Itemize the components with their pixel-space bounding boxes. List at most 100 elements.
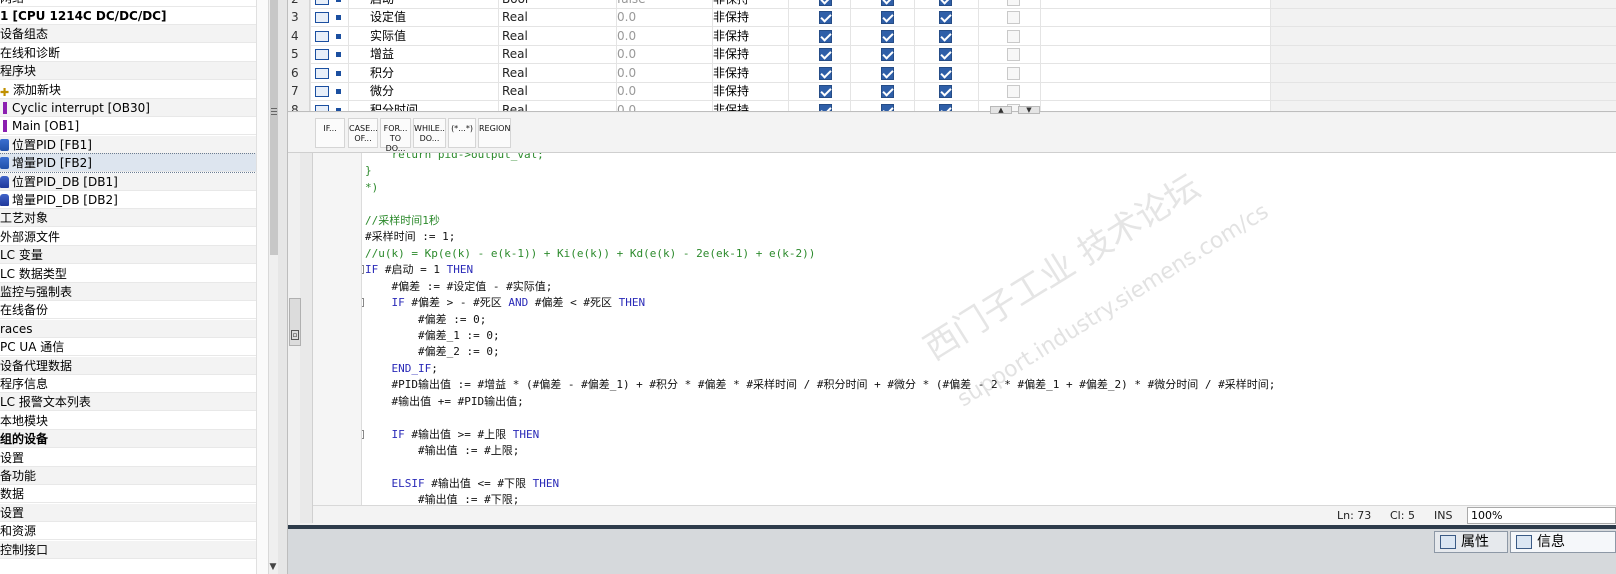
code-line[interactable]: 63	[313, 409, 1616, 426]
code-line[interactable]: 53//u(k) = Kp(e(k) - e(k-1)) + Ki(e(k)) …	[313, 245, 1616, 262]
tree-item[interactable]: Cyclic interrupt [OB30]	[0, 99, 256, 117]
tree-item[interactable]: 控制接口	[0, 540, 256, 559]
param-retain[interactable]: 非保持	[712, 26, 788, 46]
scroll-down-button[interactable]: ▼	[1018, 106, 1040, 114]
param-checkbox[interactable]	[819, 0, 832, 6]
code-text[interactable]: END_IF;	[365, 360, 438, 377]
param-checkbox[interactable]	[939, 48, 952, 61]
tree-item[interactable]: 设备代理数据	[0, 356, 256, 375]
tree-item[interactable]: 在线和诊断	[0, 44, 256, 62]
tree-item[interactable]: 增量PID [FB2]	[0, 153, 257, 174]
param-default[interactable]: 0.0	[616, 45, 712, 64]
param-checkbox[interactable]	[819, 85, 832, 98]
interface-row[interactable]: 6 积分 Real 0.0 非保持	[288, 63, 1616, 83]
zoom-select[interactable]: 100%	[1467, 507, 1616, 524]
param-checkbox-setpoint[interactable]	[1007, 85, 1020, 98]
param-name[interactable]: 设定值	[348, 8, 498, 27]
param-checkbox[interactable]	[939, 29, 952, 43]
param-checkbox[interactable]	[939, 66, 952, 80]
window-icon[interactable]: ▫	[291, 330, 299, 340]
param-default[interactable]: 0.0	[616, 26, 712, 46]
param-checkbox-setpoint[interactable]	[1007, 0, 1020, 6]
param-retain[interactable]: 非保持	[712, 45, 788, 64]
code-line[interactable]: 65 #输出值 := #上限;	[313, 442, 1616, 459]
param-datatype[interactable]: Real	[498, 26, 616, 46]
param-checkbox[interactable]	[881, 48, 894, 61]
tab-info[interactable]: 信息	[1510, 531, 1616, 553]
code-text[interactable]: #PID输出值 := #增益 * (#偏差 - #偏差_1) + #积分 * #…	[365, 376, 1275, 393]
code-text[interactable]: IF #启动 = 1 THEN	[365, 261, 473, 278]
tree-item[interactable]: 1 [CPU 1214C DC/DC/DC]	[0, 7, 256, 25]
tree-item[interactable]: 增量PID_DB [DB2]	[0, 191, 256, 209]
param-checkbox[interactable]	[819, 29, 832, 43]
code-line[interactable]: 66	[313, 459, 1616, 476]
scroll-up-button[interactable]: ▲	[990, 106, 1012, 114]
param-name[interactable]: 增益	[348, 45, 498, 64]
code-text[interactable]: #偏差 := 0;	[365, 311, 486, 328]
param-name[interactable]: 积分	[348, 64, 498, 83]
param-checkbox[interactable]	[819, 66, 832, 80]
code-text[interactable]: IF #偏差 > - #死区 AND #偏差 < #死区 THEN	[365, 294, 646, 311]
code-text[interactable]: #偏差_1 := 0;	[365, 327, 500, 344]
param-datatype[interactable]: Real	[498, 63, 616, 83]
scl-code-editor[interactable]: 西门子工业 技术论坛 support.industry.siemens.com/…	[313, 153, 1616, 523]
param-retain[interactable]: 非保持	[712, 8, 788, 27]
param-checkbox[interactable]	[881, 66, 894, 80]
interface-row[interactable]: 5 增益 Real 0.0 非保持	[288, 45, 1616, 64]
chevron-down-icon[interactable]: ▼	[268, 560, 278, 574]
param-retain[interactable]: 非保持	[712, 101, 788, 111]
interface-row[interactable]: 8 积分时间 Real 0.0 非保持	[288, 101, 1616, 111]
snippet-button[interactable]: WHILE.. DO...	[413, 118, 446, 148]
tree-item-network-partial[interactable]: 网络	[0, 0, 256, 7]
code-line[interactable]: 51//采样时间1秒	[313, 212, 1616, 229]
code-text[interactable]: #偏差 := #设定值 - #实际值;	[365, 278, 552, 295]
param-checkbox-setpoint[interactable]	[1007, 29, 1020, 43]
snippet-button[interactable]: REGION	[478, 118, 511, 148]
param-datatype[interactable]: Real	[498, 45, 616, 64]
tree-item[interactable]: PC UA 通信	[0, 338, 256, 357]
param-name[interactable]: 实际值	[348, 27, 498, 46]
code-line[interactable]: 67 ELSIF #输出值 <= #下限 THEN	[313, 475, 1616, 492]
param-checkbox[interactable]	[881, 85, 894, 98]
code-line[interactable]: 49*)	[313, 179, 1616, 196]
code-text[interactable]: *)	[365, 179, 378, 196]
code-line[interactable]: 62 #输出值 += #PID输出值;	[313, 393, 1616, 410]
param-checkbox[interactable]	[939, 104, 952, 111]
tree-item[interactable]: 和资源	[0, 522, 256, 541]
param-checkbox[interactable]	[819, 104, 832, 111]
tree-item[interactable]: LC 数据类型	[0, 265, 256, 283]
code-line[interactable]: 59 #偏差_2 := 0;	[313, 343, 1616, 360]
tree-item[interactable]: 程序信息	[0, 375, 256, 393]
param-datatype[interactable]: Real	[498, 101, 616, 111]
tree-item[interactable]: races	[0, 319, 256, 338]
tree-item[interactable]: 备功能	[0, 467, 256, 485]
tree-item[interactable]: 组的设备	[0, 430, 256, 449]
code-line[interactable]: 55 #偏差 := #设定值 - #实际值;	[313, 278, 1616, 295]
snippet-button[interactable]: IF...	[315, 118, 345, 148]
code-text[interactable]: #输出值 := #上限;	[365, 442, 519, 459]
tree-item[interactable]: 设置	[0, 503, 256, 522]
param-default[interactable]: 0.0	[616, 8, 712, 27]
tree-item[interactable]: 程序块	[0, 62, 256, 81]
snippet-button[interactable]: (*...*)	[448, 118, 476, 148]
code-line[interactable]: 54−IF #启动 = 1 THEN	[313, 261, 1616, 278]
tree-item[interactable]: LC 变量	[0, 246, 256, 265]
snippet-button[interactable]: FOR... TO DO...	[380, 118, 411, 153]
code-line[interactable]: 48}	[313, 162, 1616, 179]
param-checkbox-setpoint[interactable]	[1007, 11, 1020, 24]
param-checkbox[interactable]	[881, 11, 894, 24]
interface-row[interactable]: 4 实际值 Real 0.0 非保持	[288, 26, 1616, 46]
param-name[interactable]: 微分	[348, 82, 498, 101]
code-line[interactable]: 58 #偏差_1 := 0;	[313, 327, 1616, 344]
tree-scrollbar-thumb[interactable]	[270, 0, 278, 255]
code-line[interactable]: 52#采样时间 := 1;	[313, 228, 1616, 245]
tree-item[interactable]: 在线备份	[0, 301, 256, 320]
tree-item[interactable]: 位置PID_DB [DB1]	[0, 172, 256, 191]
code-text[interactable]: #采样时间 := 1;	[365, 228, 455, 245]
code-text[interactable]: //采样时间1秒	[365, 212, 440, 229]
code-text[interactable]: }	[365, 162, 372, 179]
param-default[interactable]: 0.0	[616, 82, 712, 101]
tree-item[interactable]: 数据	[0, 485, 256, 504]
panel-splitter[interactable]	[278, 0, 288, 574]
code-line[interactable]: 50	[313, 195, 1616, 212]
